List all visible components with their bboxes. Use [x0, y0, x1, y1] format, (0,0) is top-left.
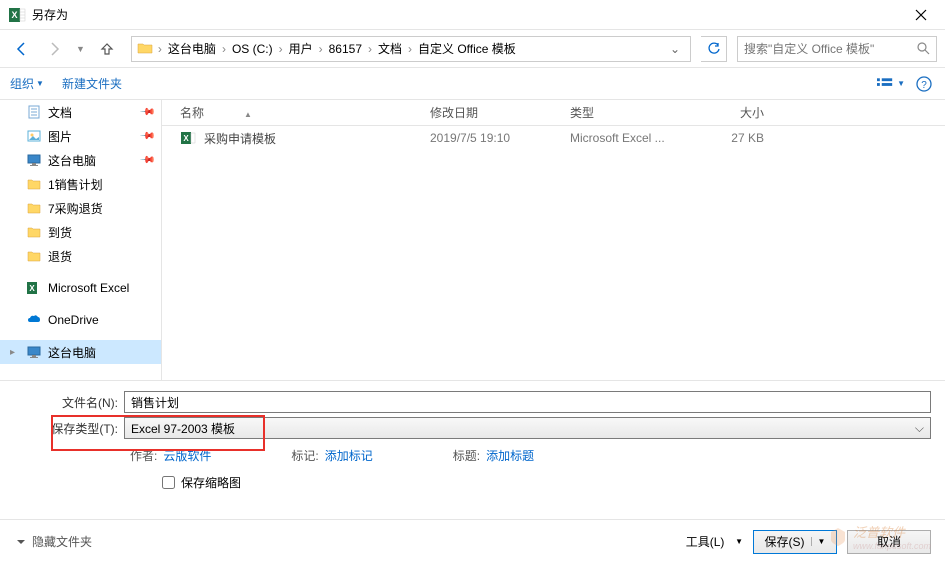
- help-button[interactable]: ?: [913, 73, 935, 95]
- watermark: 泛普软件www.fanpusoft.com: [827, 522, 931, 551]
- tags-value[interactable]: 添加标记: [325, 447, 373, 464]
- sidebar-item-label: 退货: [48, 248, 72, 265]
- sidebar-item[interactable]: 文档 📌: [0, 100, 161, 124]
- svg-text:X: X: [11, 10, 17, 20]
- pin-icon: 📌: [138, 104, 155, 121]
- sidebar: 文档 📌 图片 📌 这台电脑 📌 1销售计划 7采购退货到货退货 X Microsoft Exce…: [0, 100, 162, 380]
- savetype-label: 保存类型(T):: [14, 420, 124, 437]
- doc-icon: [26, 104, 42, 120]
- breadcrumb-item[interactable]: 86157: [325, 42, 366, 56]
- address-dropdown-icon[interactable]: ⌄: [664, 42, 686, 56]
- author-value[interactable]: 云版软件: [163, 447, 211, 464]
- search-input[interactable]: [744, 42, 917, 56]
- onedrive-icon: [26, 312, 42, 328]
- pc-icon: [26, 152, 42, 168]
- sidebar-item[interactable]: ▸ 这台电脑: [0, 340, 161, 364]
- window-title: 另存为: [32, 6, 901, 23]
- author-label: 作者:: [130, 447, 157, 464]
- chevron-down-icon: ⌵: [915, 421, 924, 436]
- file-row[interactable]: X 采购申请模板 2019/7/5 19:10Microsoft Excel ...…: [162, 126, 945, 150]
- chevron-down-icon: ▼: [811, 537, 826, 546]
- excel-template-icon: X: [180, 130, 196, 146]
- search-icon: [917, 42, 930, 55]
- pin-icon: 📌: [138, 128, 155, 145]
- pc-icon: [26, 344, 42, 360]
- file-name: 采购申请模板: [204, 130, 276, 147]
- sidebar-item-label: 7采购退货: [48, 200, 103, 217]
- organize-button[interactable]: 组织▼: [10, 75, 44, 92]
- sort-asc-icon: ▲: [244, 110, 252, 119]
- title-label: 标题:: [453, 447, 480, 464]
- folder-icon: [26, 176, 42, 192]
- svg-text:X: X: [29, 284, 35, 293]
- title-value[interactable]: 添加标题: [486, 447, 534, 464]
- chevron-down-icon: ▼: [36, 79, 44, 88]
- file-date: 2019/7/5 19:10: [422, 131, 562, 145]
- filename-input[interactable]: [124, 391, 931, 413]
- save-button[interactable]: 保存(S)▼: [753, 530, 837, 554]
- new-folder-button[interactable]: 新建文件夹: [62, 75, 122, 92]
- savetype-select[interactable]: Excel 97-2003 模板 ⌵: [124, 417, 931, 439]
- view-mode-button[interactable]: ▼: [877, 73, 905, 95]
- thumbnail-label: 保存缩略图: [181, 474, 241, 491]
- sidebar-item-label: 图片: [48, 128, 72, 145]
- file-list: 名称▲ 修改日期 类型 大小 X 采购申请模板 2019/7/5 19:10Micr…: [162, 100, 945, 380]
- excel-app-icon: X: [8, 6, 26, 24]
- search-box[interactable]: [737, 36, 937, 62]
- close-button[interactable]: [901, 1, 941, 29]
- folder-icon: [26, 248, 42, 264]
- sidebar-item-label: 1销售计划: [48, 176, 103, 193]
- history-dropdown-icon[interactable]: ▼: [72, 44, 89, 54]
- back-button[interactable]: [8, 35, 36, 63]
- column-type[interactable]: 类型: [562, 104, 692, 121]
- folder-icon: [136, 39, 156, 59]
- address-bar[interactable]: › 这台电脑› OS (C:)› 用户› 86157› 文档› 自定义 Offi…: [131, 36, 691, 62]
- collapse-icon: [14, 535, 28, 549]
- breadcrumb-sep: ›: [156, 42, 164, 56]
- tags-label: 标记:: [291, 447, 318, 464]
- thumbnail-checkbox[interactable]: [162, 476, 175, 489]
- sidebar-item[interactable]: 退货: [0, 244, 161, 268]
- sidebar-item-label: 这台电脑: [48, 344, 96, 361]
- sidebar-item[interactable]: 图片 📌: [0, 124, 161, 148]
- breadcrumb-item[interactable]: 文档: [374, 40, 406, 57]
- sidebar-item[interactable]: OneDrive: [0, 308, 161, 332]
- sidebar-item-label: 这台电脑: [48, 152, 96, 169]
- sidebar-item[interactable]: 7采购退货: [0, 196, 161, 220]
- column-name[interactable]: 名称▲: [162, 104, 422, 121]
- chevron-right-icon: ▸: [10, 347, 15, 358]
- breadcrumb-item[interactable]: 用户: [285, 40, 317, 57]
- sidebar-item[interactable]: 1销售计划: [0, 172, 161, 196]
- file-type: Microsoft Excel ...: [562, 131, 692, 145]
- up-button[interactable]: [93, 35, 121, 63]
- pic-icon: [26, 128, 42, 144]
- file-size: 27 KB: [692, 131, 772, 145]
- column-size[interactable]: 大小: [692, 104, 772, 121]
- svg-text:?: ?: [921, 80, 927, 91]
- breadcrumb-item[interactable]: 这台电脑: [164, 40, 220, 57]
- sidebar-item[interactable]: 这台电脑 📌: [0, 148, 161, 172]
- sidebar-item-label: OneDrive: [48, 313, 99, 327]
- pin-icon: 📌: [138, 152, 155, 169]
- excel-icon: X: [26, 280, 42, 296]
- forward-button[interactable]: [40, 35, 68, 63]
- sidebar-item-label: Microsoft Excel: [48, 281, 129, 295]
- sidebar-item[interactable]: 到货: [0, 220, 161, 244]
- column-date[interactable]: 修改日期: [422, 104, 562, 121]
- filename-label: 文件名(N):: [14, 394, 124, 411]
- tools-dropdown[interactable]: 工具(L) ▼: [686, 533, 743, 550]
- breadcrumb-item[interactable]: OS (C:): [228, 42, 277, 56]
- folder-icon: [26, 200, 42, 216]
- refresh-button[interactable]: [701, 36, 727, 62]
- svg-text:X: X: [183, 134, 189, 143]
- sidebar-item[interactable]: X Microsoft Excel: [0, 276, 161, 300]
- hide-folders-button[interactable]: 隐藏文件夹: [14, 533, 92, 550]
- sidebar-item-label: 到货: [48, 224, 72, 241]
- sidebar-item-label: 文档: [48, 104, 72, 121]
- breadcrumb-item[interactable]: 自定义 Office 模板: [414, 40, 520, 57]
- folder-icon: [26, 224, 42, 240]
